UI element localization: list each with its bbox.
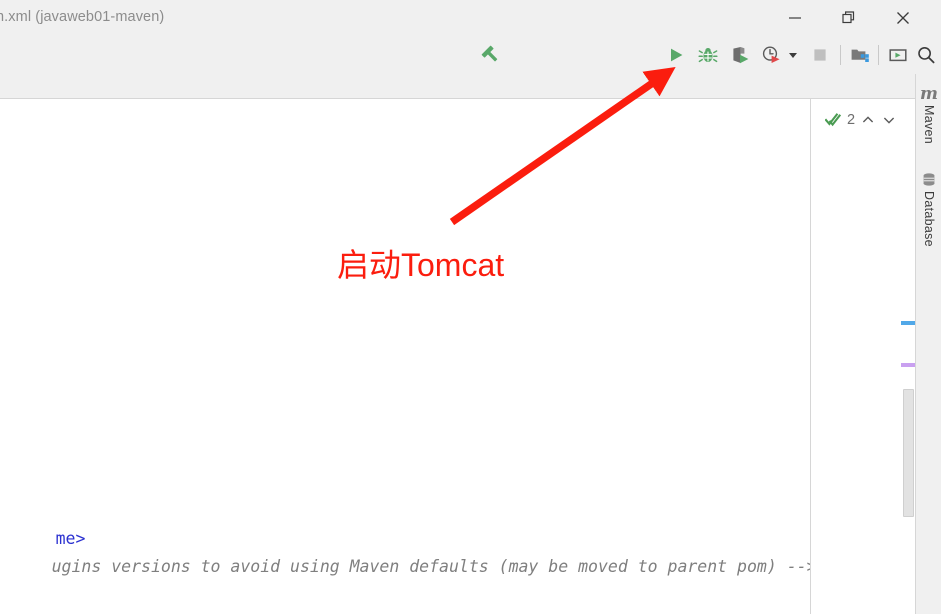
run-with-coverage-button[interactable]	[726, 36, 754, 74]
debug-button[interactable]	[694, 36, 722, 74]
inspection-count: 2	[847, 112, 856, 128]
toolbar-separator	[840, 45, 841, 65]
chevron-up-icon	[862, 116, 874, 123]
project-structure-button[interactable]	[846, 36, 874, 74]
code-line: ugins versions to avoid using Maven defa…	[0, 534, 810, 600]
toolbar-separator-2	[878, 45, 879, 65]
right-tool-sidebar: m Maven Database	[915, 74, 941, 614]
gutter-marker[interactable]	[901, 321, 915, 325]
run-button[interactable]	[661, 36, 691, 74]
profiler-button[interactable]	[758, 36, 784, 74]
inspection-widget[interactable]: 2	[825, 112, 897, 128]
code-editor[interactable]: me> ugins versions to avoid using Maven …	[0, 99, 810, 614]
stop-button	[806, 36, 834, 74]
editor-scrollbar-thumb[interactable]	[903, 389, 914, 517]
editor-gutter-right: 2	[811, 99, 915, 614]
coverage-shield-icon	[733, 47, 749, 64]
profiler-clock-icon	[762, 46, 780, 63]
search-everywhere-button[interactable]	[912, 36, 940, 74]
chevron-down-icon	[789, 52, 797, 58]
build-project-button[interactable]	[475, 36, 507, 74]
bug-icon	[698, 48, 718, 63]
minimize-icon	[789, 17, 801, 19]
stop-icon	[814, 49, 826, 61]
maven-m-icon: m	[920, 84, 938, 104]
annotation-label: 启动Tomcat	[337, 247, 505, 283]
navigation-bar[interactable]	[0, 74, 941, 99]
gutter-marker[interactable]	[901, 363, 915, 367]
hammer-icon	[481, 45, 498, 62]
restore-icon	[842, 11, 855, 24]
window-title: n.xml (javaweb01-maven)	[0, 9, 165, 25]
sidebar-item-label: Database	[922, 191, 936, 247]
terminal-button[interactable]	[884, 36, 912, 74]
folder-modules-icon	[851, 49, 869, 62]
previous-highlight-button[interactable]	[860, 112, 876, 128]
next-highlight-button[interactable]	[881, 112, 897, 128]
profiler-dropdown-button[interactable]	[784, 36, 802, 74]
sidebar-item-maven[interactable]: m Maven	[916, 84, 941, 145]
sidebar-item-label: Maven	[922, 105, 936, 145]
sidebar-item-database[interactable]: Database	[916, 172, 941, 247]
minimize-button[interactable]	[772, 0, 818, 36]
close-icon	[897, 12, 909, 24]
close-button[interactable]	[880, 0, 926, 36]
double-check-icon	[825, 113, 842, 127]
database-icon	[923, 173, 935, 186]
search-icon	[918, 46, 935, 64]
title-bar: n.xml (javaweb01-maven)	[0, 0, 941, 37]
main-toolbar: Tomcat 9	[0, 36, 941, 104]
code-token: ugins versions to avoid using Maven defa…	[51, 557, 810, 576]
run-icon	[671, 48, 683, 62]
maximize-button[interactable]	[826, 0, 872, 36]
terminal-icon	[889, 49, 907, 62]
idea-window: n.xml (javaweb01-maven) me> ugins versio…	[0, 0, 941, 614]
chevron-down-icon	[883, 117, 895, 124]
